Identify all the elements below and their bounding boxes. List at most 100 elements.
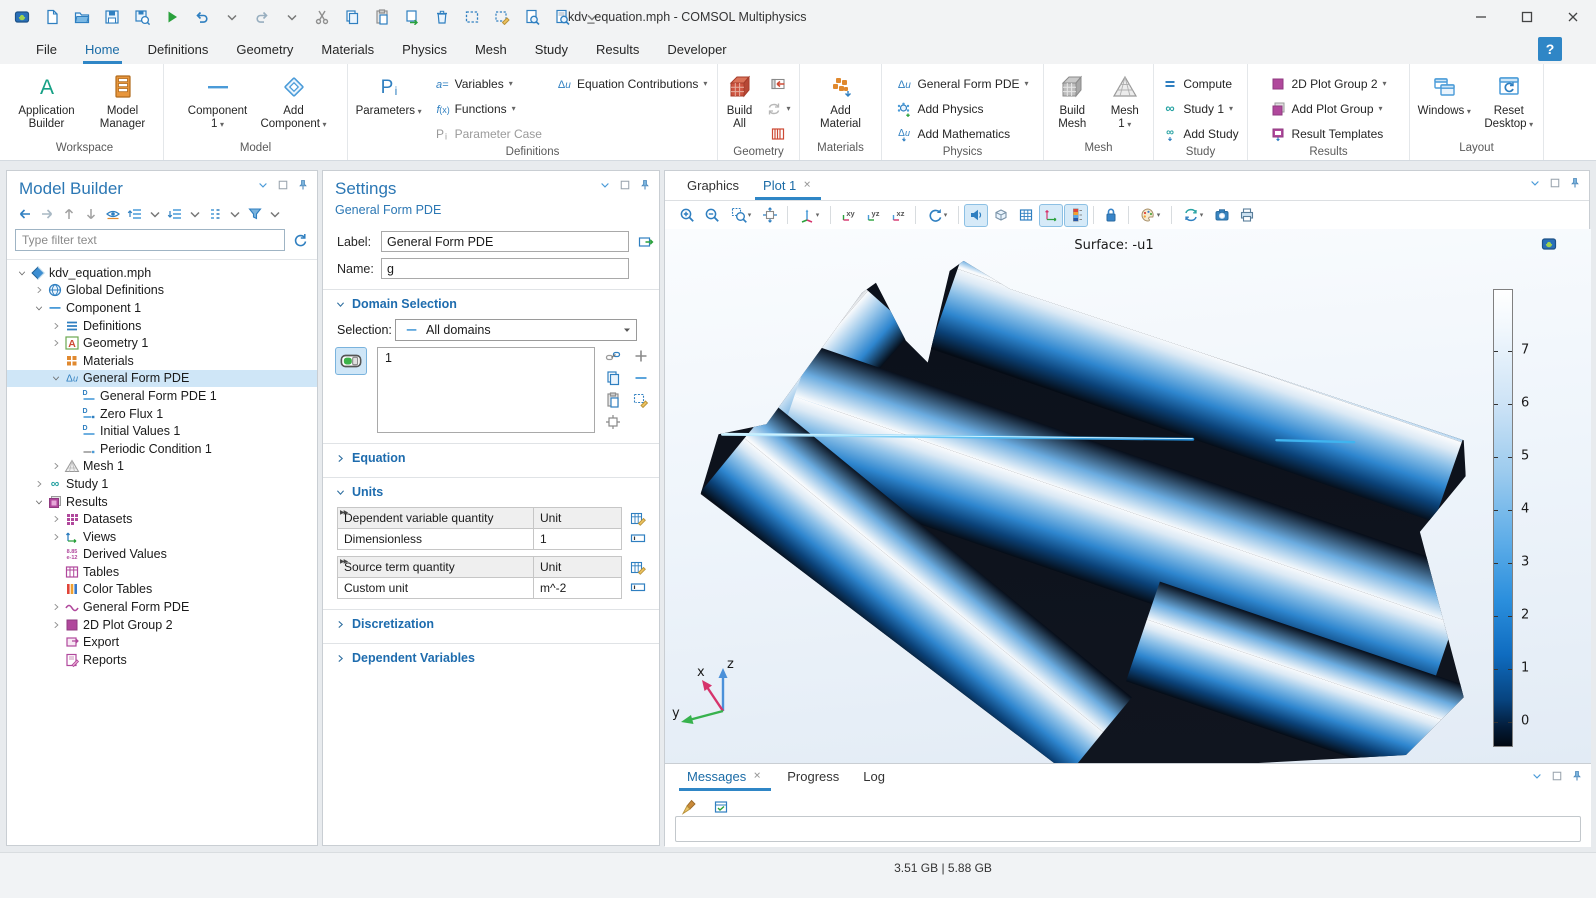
tree-filter-input[interactable]: Type filter text [15, 229, 285, 251]
tree-item-component-1[interactable]: Component 1 [7, 299, 317, 317]
gfx-tool-rotate-button[interactable]: ▾ [921, 204, 953, 227]
gfx-tool-view-xy-button[interactable]: xy [836, 204, 860, 227]
gfx-tool-zoom-box-button[interactable]: ▾ [725, 204, 757, 227]
panel-float-icon[interactable] [277, 179, 289, 191]
units-table-cell[interactable]: m^-2 [534, 578, 622, 599]
panel-pin-icon[interactable] [1569, 177, 1581, 189]
discretization-header[interactable]: Discretization [323, 610, 659, 633]
tree-item-mesh-1[interactable]: Mesh 1 [7, 458, 317, 476]
domain-list[interactable]: 1 [377, 347, 595, 433]
panel-pin-icon[interactable] [297, 179, 309, 191]
tab-progress[interactable]: Progress [777, 769, 849, 791]
gfx-tool-print-button[interactable] [1235, 204, 1259, 227]
tree-item-tables[interactable]: Tables [7, 563, 317, 581]
domain-selection-header[interactable]: Domain Selection [323, 290, 659, 313]
mb-tool-nav-forward-button[interactable] [37, 204, 57, 224]
chevron-right-icon[interactable] [49, 321, 63, 331]
ribbon-model-manager-button[interactable]: ModelManager [87, 70, 159, 131]
gfx-tool-color-theme-button[interactable]: ▾ [1134, 204, 1166, 227]
gfx-tool-table-grid-button[interactable] [1014, 204, 1038, 227]
ribbon-add-study-button[interactable]: ∞Add Study [1157, 121, 1243, 146]
zoom-to-selection-icon[interactable] [604, 413, 622, 431]
ribbon-add-material-button[interactable]: AddMaterial [805, 70, 877, 131]
chevron-down-icon[interactable] [15, 268, 29, 278]
paste-selection-icon[interactable] [604, 391, 622, 409]
tree-item-definitions[interactable]: Definitions [7, 317, 317, 335]
ribbon-study-1-button[interactable]: ∞Study 1▾ [1157, 96, 1243, 121]
remove-from-selection-icon[interactable] [632, 369, 650, 387]
units-table-cell[interactable]: Dimensionless [338, 529, 534, 550]
ribbon-windows-button[interactable]: Windows ▾ [1414, 70, 1475, 118]
gfx-tool-show-legend-button[interactable] [1064, 204, 1088, 227]
chevron-down-icon[interactable] [32, 303, 46, 313]
panel-pin-icon[interactable] [639, 179, 651, 191]
ribbon-result-templates-button[interactable]: Result Templates [1265, 121, 1391, 146]
qat-undo-button[interactable] [188, 4, 216, 30]
add-to-selection-icon[interactable] [632, 347, 650, 365]
refresh-icon[interactable] [291, 231, 309, 249]
tree-item-derived-values[interactable]: 8.85e-12Derived Values [7, 546, 317, 564]
active-toggle-button[interactable] [335, 347, 367, 375]
ribbon-parameter-case-button[interactable]: PiParameter Case [429, 121, 547, 146]
mb-tool-caret-down-button[interactable] [267, 204, 283, 224]
gfx-tool-go-to-view-button[interactable]: ▾ [793, 204, 825, 227]
tree-item-datasets[interactable]: Datasets [7, 510, 317, 528]
ribbon-variables-button[interactable]: a=Variables▾ [429, 71, 547, 96]
ribbon-build-all-button[interactable]: BuildAll [722, 70, 757, 131]
panel-menu-icon[interactable] [599, 179, 611, 191]
ribbon-reset-desktop-button[interactable]: ResetDesktop ▾ [1479, 70, 1540, 131]
ribbon-mesh-1-button[interactable]: Mesh1 ▾ [1101, 70, 1150, 131]
ribbon-general-form-pde-button[interactable]: ΔuGeneral Form PDE▾ [891, 71, 1033, 96]
menu-materials[interactable]: Materials [307, 34, 388, 64]
clear-selection-icon[interactable] [632, 391, 650, 409]
ribbon-update-geometry-button[interactable]: ▾ [761, 96, 795, 121]
panel-menu-icon[interactable] [1531, 770, 1543, 782]
tree-item-periodic-condition-1[interactable]: Periodic Condition 1 [7, 440, 317, 458]
tab-plot-1[interactable]: Plot 1 [753, 178, 823, 200]
tree-item-general-form-pde-1[interactable]: DGeneral Form PDE 1 [7, 387, 317, 405]
gfx-tool-view-xz-button[interactable]: xz [886, 204, 910, 227]
panel-menu-icon[interactable] [257, 179, 269, 191]
qat-duplicate-button[interactable] [398, 4, 426, 30]
ribbon-build-mesh-button[interactable]: BuildMesh [1048, 70, 1097, 131]
menu-mesh[interactable]: Mesh [461, 34, 521, 64]
ribbon-compute-button[interactable]: Compute [1157, 71, 1243, 96]
mb-tool-caret-down-button[interactable] [187, 204, 203, 224]
tree-item-global-definitions[interactable]: Global Definitions [7, 282, 317, 300]
msg-tool-table-message-button[interactable] [709, 795, 733, 818]
panel-float-icon[interactable] [619, 179, 631, 191]
ribbon-equation-contributions-button[interactable]: ΔuEquation Contributions▾ [551, 71, 712, 96]
field-edit-icon[interactable] [630, 530, 646, 546]
mb-tool-move-up-button[interactable] [59, 204, 79, 224]
mb-tool-caret-down-button[interactable] [147, 204, 163, 224]
mb-tool-expand-all-button[interactable] [165, 204, 185, 224]
ribbon-add-component-button[interactable]: AddComponent ▾ [258, 70, 330, 131]
qat-save-as-button[interactable] [128, 4, 156, 30]
panel-pin-icon[interactable] [1571, 770, 1583, 782]
tree-item-results[interactable]: Results [7, 493, 317, 511]
tab-log[interactable]: Log [853, 769, 895, 791]
chevron-right-icon[interactable] [49, 338, 63, 348]
tree-item-reports[interactable]: Reports [7, 651, 317, 669]
ribbon-functions-button[interactable]: f(x)Functions▾ [429, 96, 547, 121]
chevron-right-icon[interactable] [49, 532, 63, 542]
mb-tool-move-down-button[interactable] [81, 204, 101, 224]
menu-definitions[interactable]: Definitions [134, 34, 223, 64]
units-table-cell[interactable]: 1 [534, 529, 622, 550]
help-button[interactable]: ? [1538, 37, 1562, 61]
field-edit-icon[interactable] [630, 579, 646, 595]
qat-save-button[interactable] [98, 4, 126, 30]
chevron-down-icon[interactable] [49, 373, 63, 383]
tree-item-zero-flux-1[interactable]: DZero Flux 1 [7, 405, 317, 423]
qat-find-button[interactable] [518, 4, 546, 30]
tree-item-export[interactable]: Export [7, 633, 317, 651]
tree-item-geometry-1[interactable]: AGeometry 1 [7, 334, 317, 352]
chevron-right-icon[interactable] [49, 461, 63, 471]
tree-item-views[interactable]: Views [7, 528, 317, 546]
chevron-right-icon[interactable] [49, 602, 63, 612]
gfx-tool-extents-button[interactable] [758, 204, 782, 227]
chevron-right-icon[interactable] [32, 479, 46, 489]
qat-open-file-button[interactable] [68, 4, 96, 30]
copy-selection-icon[interactable] [604, 369, 622, 387]
ribbon-import-geometry-button[interactable] [761, 71, 795, 96]
